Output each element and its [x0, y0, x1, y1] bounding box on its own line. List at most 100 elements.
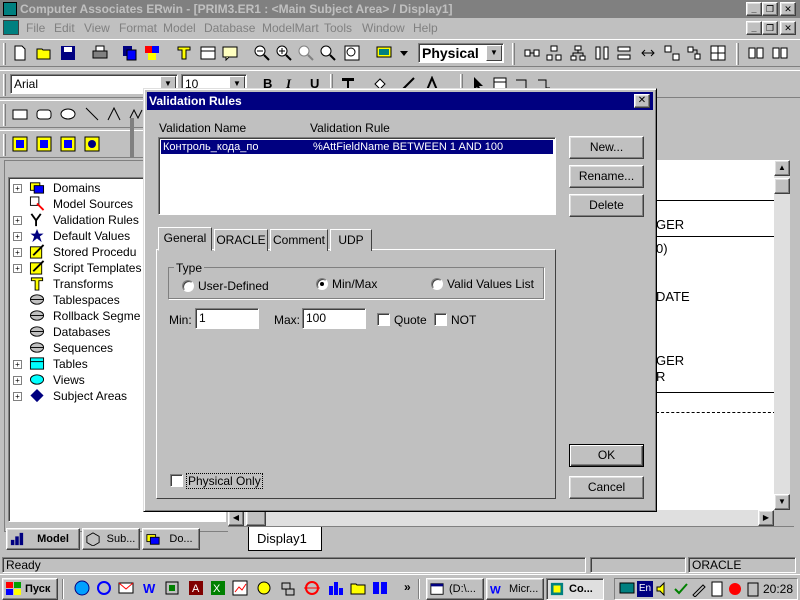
quicklaunch-tool-icon[interactable] — [164, 580, 180, 596]
expand-icon[interactable]: + — [13, 232, 22, 241]
quicklaunch-chart-icon[interactable] — [232, 580, 248, 596]
zoom-actual-icon[interactable] — [320, 45, 336, 61]
color-icon[interactable] — [144, 45, 160, 61]
view-mode-combo[interactable]: Physical ▼ — [418, 43, 504, 63]
save-icon[interactable] — [60, 45, 76, 61]
doc-restore-button[interactable]: ❐ — [762, 21, 778, 35]
quicklaunch-app-icon[interactable] — [256, 580, 272, 596]
not-checkbox[interactable] — [434, 313, 447, 326]
quicklaunch-access-icon[interactable]: A — [188, 580, 204, 596]
tray-volume-icon[interactable] — [655, 581, 671, 597]
tab-display1[interactable]: Display1 — [248, 527, 322, 551]
radio-min-max[interactable] — [316, 278, 328, 290]
toolbar-grip[interactable] — [3, 134, 6, 156]
rounded-rectangle-icon[interactable] — [36, 106, 52, 122]
quote-label[interactable]: Quote — [394, 313, 427, 327]
dialog-title-bar[interactable]: Validation Rules ✕ — [147, 92, 653, 110]
more-icon[interactable]: » — [404, 580, 411, 594]
tray-clipboard-icon[interactable] — [745, 581, 761, 597]
menu-file[interactable]: File — [26, 18, 45, 38]
open-icon[interactable] — [36, 45, 52, 61]
menu-view[interactable]: View — [84, 18, 110, 38]
menu-window[interactable]: Window — [362, 18, 405, 38]
menu-modelmart[interactable]: ModelMart — [262, 18, 319, 38]
scroll-right-arrow-icon[interactable]: ▶ — [758, 510, 774, 526]
copy-icon[interactable] — [122, 45, 138, 61]
align-horizontal-icon[interactable] — [616, 45, 632, 61]
close-button[interactable]: ✕ — [780, 2, 796, 16]
ellipse-icon[interactable] — [60, 106, 76, 122]
tray-doc-icon[interactable] — [709, 581, 725, 597]
physical-only-checkbox[interactable] — [170, 474, 183, 487]
tree-layout-icon[interactable] — [570, 45, 586, 61]
quicklaunch-folder-icon[interactable] — [350, 580, 366, 596]
entity-icon[interactable] — [200, 45, 216, 61]
tab-subject[interactable]: Sub... — [82, 528, 140, 550]
stored-display-icon[interactable] — [60, 136, 76, 152]
taskbar-explorer-button[interactable]: (D:\... — [426, 578, 484, 600]
document-icon[interactable] — [3, 20, 19, 35]
toolbar-grip[interactable] — [3, 43, 6, 65]
model-icon-a[interactable] — [748, 45, 764, 61]
menu-edit[interactable]: Edit — [54, 18, 75, 38]
expand-icon[interactable]: + — [13, 216, 22, 225]
min-field[interactable]: 1 — [195, 308, 259, 329]
column-header-name[interactable]: Validation Name — [159, 121, 246, 135]
relationship-icon[interactable] — [524, 45, 540, 61]
print-icon[interactable] — [92, 45, 108, 61]
zoom-all-icon[interactable] — [344, 45, 360, 61]
quicklaunch-ie-icon[interactable] — [96, 580, 112, 596]
quicklaunch-target-icon[interactable] — [304, 580, 320, 596]
expand-icon[interactable]: + — [13, 248, 22, 257]
spread-icon[interactable] — [640, 45, 656, 61]
tab-model[interactable]: Model — [6, 528, 80, 550]
scroll-down-arrow-icon[interactable]: ▼ — [774, 494, 790, 510]
ok-button[interactable]: OK — [569, 444, 644, 467]
restore-button[interactable]: ❐ — [762, 2, 778, 16]
menu-help[interactable]: Help — [413, 18, 438, 38]
display-icon[interactable] — [376, 45, 392, 61]
quicklaunch-book-icon[interactable] — [372, 580, 388, 596]
quicklaunch-outlook-icon[interactable] — [118, 580, 134, 596]
horizontal-scrollbar[interactable]: ◀ ▶ — [228, 510, 774, 526]
expand-icon[interactable]: + — [13, 184, 22, 193]
doc-close-button[interactable]: ✕ — [780, 21, 796, 35]
hscroll-thumb[interactable] — [246, 510, 266, 526]
validation-rules-list[interactable]: Контроль_кода_по %AttFieldName BETWEEN 1… — [158, 137, 556, 215]
rectangle-icon[interactable] — [12, 106, 28, 122]
tab-comment[interactable]: Comment — [270, 229, 328, 251]
menu-tools[interactable]: Tools — [324, 18, 352, 38]
dialog-close-button[interactable]: ✕ — [634, 94, 650, 108]
zoom-fit-icon[interactable] — [298, 45, 314, 61]
model-explorer-icon[interactable] — [12, 136, 28, 152]
quicklaunch-network-icon[interactable] — [280, 580, 296, 596]
scroll-up-arrow-icon[interactable]: ▲ — [774, 160, 790, 176]
toolbar-grip[interactable] — [736, 43, 739, 65]
expand-icon[interactable]: + — [13, 360, 22, 369]
report-icon[interactable] — [84, 136, 100, 152]
tray-pen-icon[interactable] — [691, 581, 707, 597]
tab-oracle[interactable]: ORACLE — [214, 229, 268, 251]
tab-general[interactable]: General — [158, 227, 212, 251]
hierarchy-icon[interactable] — [546, 45, 562, 61]
tab-domain[interactable]: Do... — [142, 528, 200, 550]
taskbar-word-button[interactable]: W Micr... — [486, 578, 544, 600]
align-vertical-icon[interactable] — [594, 45, 610, 61]
zoom-in-icon[interactable] — [276, 45, 292, 61]
toolbar-grip[interactable] — [512, 43, 515, 65]
expand-icon[interactable]: + — [13, 264, 22, 273]
rename-button[interactable]: Rename... — [569, 165, 644, 188]
note-icon[interactable] — [222, 45, 238, 61]
pin-icon[interactable] — [176, 45, 192, 61]
physical-only-label[interactable]: Physical Only — [186, 473, 263, 489]
dropdown-arrow-icon[interactable] — [396, 45, 412, 61]
tray-monitor-icon[interactable] — [619, 581, 635, 597]
menu-database[interactable]: Database — [204, 18, 255, 38]
radio-valid-values-list[interactable] — [431, 278, 443, 290]
tray-antivirus-icon[interactable] — [727, 581, 743, 597]
tray-clock[interactable]: 20:28 — [763, 582, 793, 596]
expand-icon[interactable]: + — [13, 392, 22, 401]
doc-minimize-button[interactable]: _ — [746, 21, 762, 35]
grid-icon[interactable] — [710, 45, 726, 61]
layout-icon[interactable] — [664, 45, 680, 61]
